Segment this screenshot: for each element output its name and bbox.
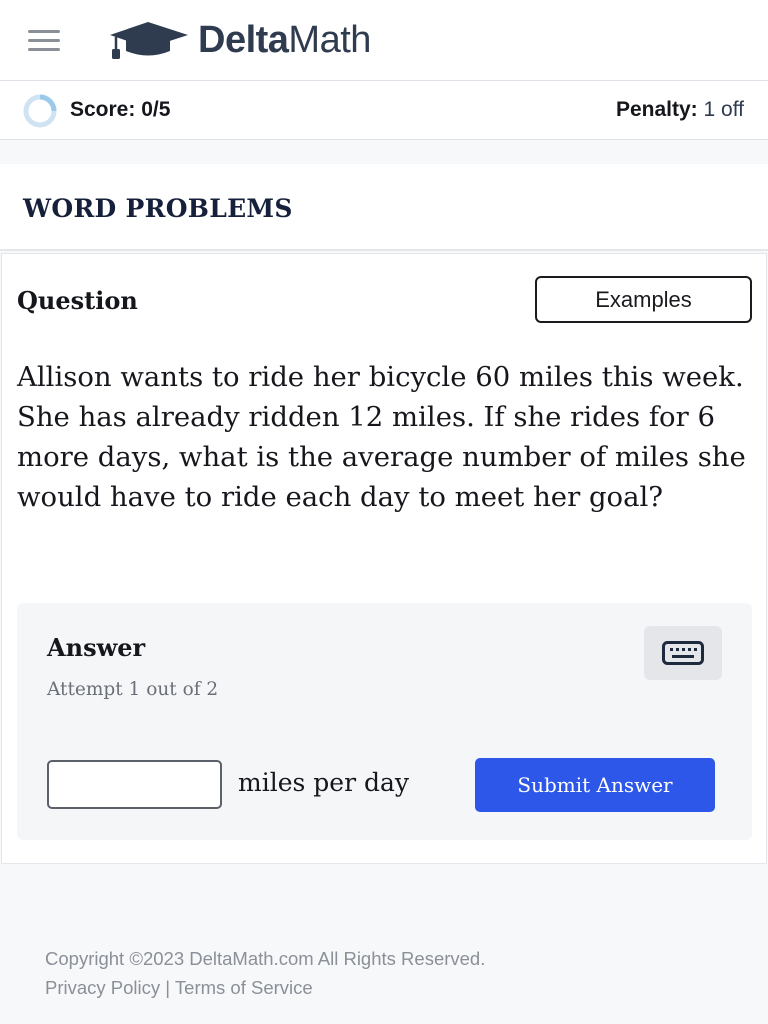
- graduation-cap-icon: [110, 22, 188, 59]
- copyright-text: Copyright ©2023 DeltaMath.com All Rights…: [45, 948, 486, 969]
- score-bar: Score: 0/5 Penalty: 1 off: [0, 81, 768, 140]
- top-navbar: DeltaMath: [0, 0, 768, 81]
- penalty-display: Penalty: 1 off: [616, 98, 744, 122]
- attempt-counter: Attempt 1 out of 2: [47, 679, 219, 700]
- keyboard-icon: [662, 641, 704, 665]
- loading-spinner-icon: [23, 94, 57, 128]
- examples-button[interactable]: Examples: [535, 276, 752, 323]
- answer-input[interactable]: [47, 760, 222, 809]
- score-display: Score: 0/5: [70, 98, 171, 121]
- keyboard-toggle-button[interactable]: [644, 626, 722, 680]
- section-title: WORD PROBLEMS: [23, 194, 293, 223]
- brand-name: DeltaMath: [198, 18, 371, 61]
- question-card: Question Examples Allison wants to ride …: [1, 253, 767, 864]
- penalty-value: 1 off: [703, 98, 744, 121]
- privacy-policy-link[interactable]: Privacy Policy: [45, 977, 160, 998]
- footer-separator: |: [165, 977, 171, 998]
- question-label: Question: [17, 286, 138, 315]
- terms-of-service-link[interactable]: Terms of Service: [175, 977, 313, 998]
- section-header: WORD PROBLEMS: [0, 164, 768, 251]
- answer-label: Answer: [47, 633, 146, 662]
- footer: Copyright ©2023 DeltaMath.com All Rights…: [45, 944, 485, 1002]
- answer-panel: Answer Attempt 1 out of 2 miles per day …: [17, 603, 752, 840]
- submit-answer-button[interactable]: Submit Answer: [475, 758, 715, 812]
- hamburger-menu-icon[interactable]: [28, 30, 60, 54]
- deltamath-logo[interactable]: DeltaMath: [108, 16, 371, 64]
- footer-links: Privacy Policy | Terms of Service: [45, 973, 485, 1002]
- question-text: Allison wants to ride her bicycle 60 mil…: [17, 361, 746, 513]
- answer-units: miles per day: [238, 768, 409, 797]
- penalty-label: Penalty:: [615, 98, 698, 121]
